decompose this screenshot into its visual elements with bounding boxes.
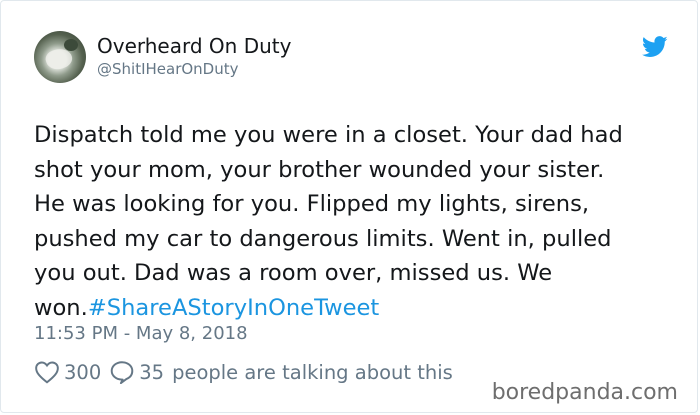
- user-name[interactable]: Overheard On Duty: [97, 34, 291, 58]
- comment-icon[interactable]: [109, 360, 135, 384]
- like-count: 300: [64, 360, 102, 384]
- tweet-text: Dispatch told me you were in a closet. Y…: [34, 118, 674, 325]
- user-handle[interactable]: @ShitIHearOnDuty: [97, 60, 239, 78]
- hashtag-link[interactable]: #ShareAStoryInOneTweet: [88, 295, 379, 321]
- talking-label[interactable]: people are talking about this: [172, 361, 453, 384]
- twitter-bird-icon[interactable]: [642, 36, 668, 58]
- tweet-card: Overheard On Duty @ShitIHearOnDuty Dispa…: [0, 0, 698, 413]
- tweet-body: Dispatch told me you were in a closet. Y…: [34, 122, 623, 321]
- avatar[interactable]: [34, 31, 86, 83]
- tweet-timestamp[interactable]: 11:53 PM - May 8, 2018: [34, 323, 248, 344]
- action-bar: 300 35 people are talking about this: [34, 360, 453, 384]
- comment-count: 35: [139, 360, 165, 384]
- heart-icon[interactable]: [34, 360, 60, 384]
- watermark: boredpanda.com: [487, 378, 682, 407]
